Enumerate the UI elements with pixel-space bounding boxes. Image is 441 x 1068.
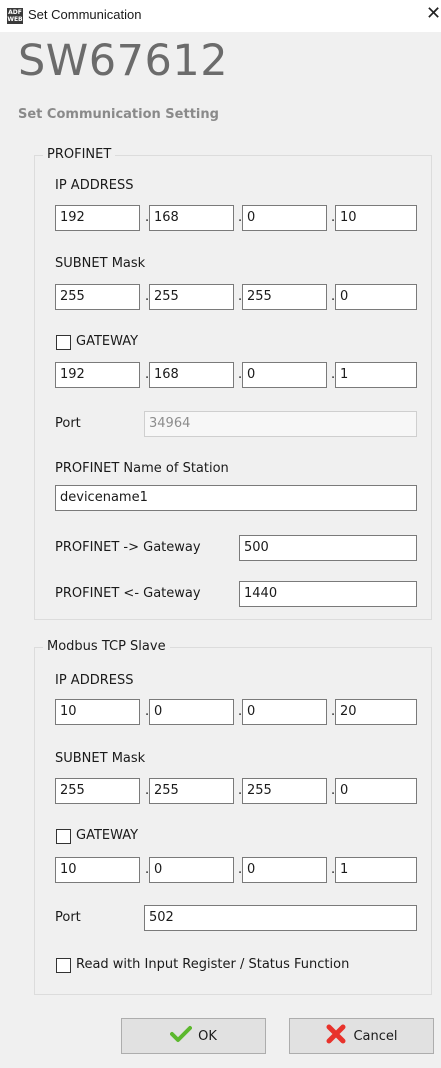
modbus-ip-octet-4[interactable]: 20 [335,699,417,725]
modbus-ip-label: IP ADDRESS [55,673,134,688]
profinet-from-gateway-field[interactable]: 1440 [239,581,417,607]
modbus-gateway-checkbox[interactable] [56,829,71,844]
checkmark-icon [170,1025,193,1047]
product-code: SW67612 [18,36,229,86]
profinet-station-name-label: PROFINET Name of Station [55,461,229,476]
window-title: Set Communication [28,7,142,22]
profinet-subnet-label: SUBNET Mask [55,256,146,271]
modbus-port-label: Port [55,910,81,925]
ok-button[interactable]: OK [121,1018,266,1054]
profinet-gateway-checkbox[interactable] [56,335,71,350]
modbus-ip-octet-1[interactable]: 10 [55,699,140,725]
profinet-group-title: PROFINET [43,147,116,162]
modbus-ip-octet-2[interactable]: 0 [149,699,234,725]
profinet-subnet-octet-2[interactable]: 255 [149,284,234,310]
profinet-subnet-octet-4[interactable]: 0 [335,284,417,310]
profinet-gateway-octet-3[interactable]: 0 [242,362,327,388]
profinet-ip-octet-2[interactable]: 168 [149,205,234,231]
modbus-port-field[interactable]: 502 [144,905,417,931]
cancel-button[interactable]: Cancel [289,1018,434,1054]
read-input-register-checkbox[interactable] [56,958,71,973]
profinet-from-gateway-label: PROFINET <- Gateway [55,586,201,601]
profinet-gateway-octet-1[interactable]: 192 [55,362,140,388]
page-subtitle: Set Communication Setting [18,107,219,122]
modbus-ip-octet-3[interactable]: 0 [242,699,327,725]
profinet-port-label: Port [55,416,81,431]
profinet-port-field: 34964 [144,411,417,437]
modbus-subnet-label: SUBNET Mask [55,751,146,766]
modbus-gateway-octet-4[interactable]: 1 [335,857,417,883]
profinet-station-name-field[interactable]: devicename1 [55,485,417,511]
modbus-gateway-octet-1[interactable]: 10 [55,857,140,883]
close-icon[interactable]: ✕ [426,4,441,24]
cancel-button-label: Cancel [353,1028,398,1044]
red-x-icon [325,1023,347,1049]
profinet-gateway-octet-2[interactable]: 168 [149,362,234,388]
modbus-subnet-octet-2[interactable]: 255 [149,778,234,804]
profinet-subnet-octet-3[interactable]: 255 [242,284,327,310]
profinet-subnet-octet-1[interactable]: 255 [55,284,140,310]
profinet-ip-label: IP ADDRESS [55,178,134,193]
modbus-group-title: Modbus TCP Slave [43,639,170,654]
app-icon: ADF WEB [7,8,23,24]
profinet-to-gateway-field[interactable]: 500 [239,535,417,561]
modbus-subnet-octet-1[interactable]: 255 [55,778,140,804]
profinet-gateway-label: GATEWAY [76,334,139,349]
profinet-to-gateway-label: PROFINET -> Gateway [55,540,201,555]
modbus-subnet-octet-4[interactable]: 0 [335,778,417,804]
modbus-subnet-octet-3[interactable]: 255 [242,778,327,804]
title-bar: ADF WEB Set Communication ✕ [0,0,441,32]
modbus-gateway-octet-3[interactable]: 0 [242,857,327,883]
profinet-ip-octet-1[interactable]: 192 [55,205,140,231]
profinet-ip-octet-3[interactable]: 0 [242,205,327,231]
read-input-register-label: Read with Input Register / Status Functi… [76,957,350,972]
profinet-ip-octet-4[interactable]: 10 [335,205,417,231]
profinet-gateway-octet-4[interactable]: 1 [335,362,417,388]
modbus-gateway-label: GATEWAY [76,828,139,843]
modbus-gateway-octet-2[interactable]: 0 [149,857,234,883]
ok-button-label: OK [198,1028,217,1044]
